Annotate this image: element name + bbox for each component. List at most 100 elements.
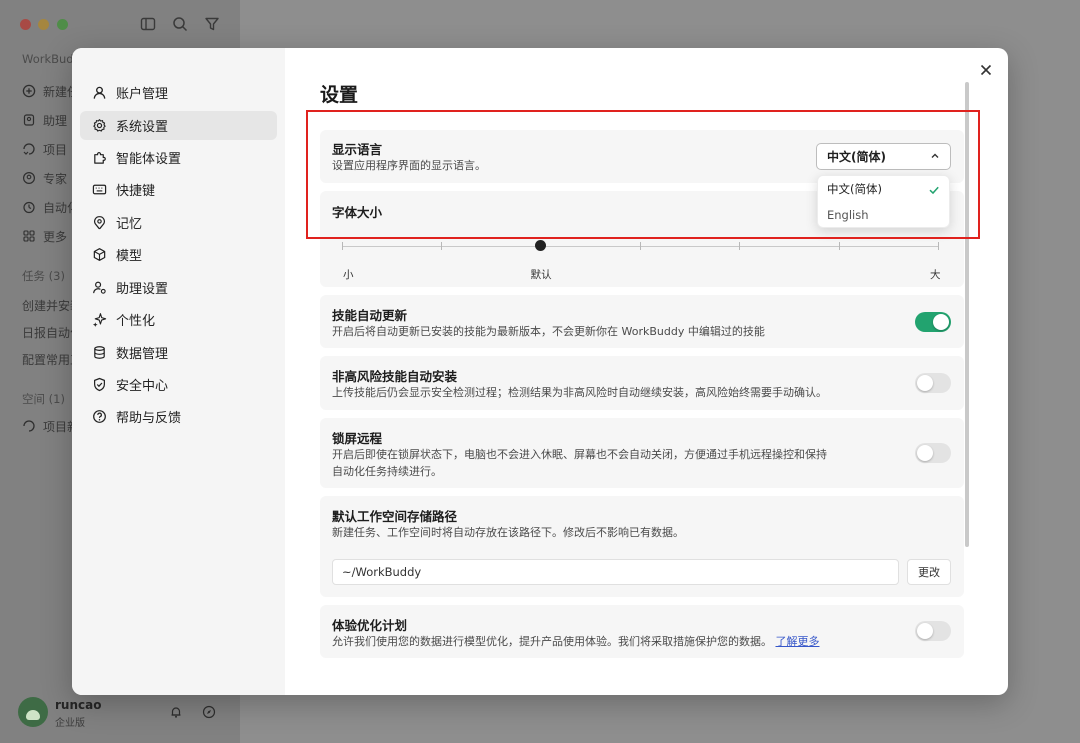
memory-icon [94,216,105,230]
nav-label: 记忆 [116,217,143,232]
gear-icon [93,119,106,132]
automation-icon [23,201,35,214]
sidebar-item-assistant[interactable]: 助理 [43,112,67,129]
nav-label: 安全中心 [116,379,169,394]
nav-label: 快捷键 [116,184,156,199]
window-maximize-dot[interactable] [57,19,68,30]
sidebar-toggle-icon[interactable] [139,15,157,33]
spaces-header: 空间 (1) [22,392,65,406]
font-size-slider-thumb[interactable] [535,240,547,251]
nav-item-assistant-settings[interactable]: 助理设置 [80,273,277,302]
experience-plan-desc: 允许我们使用您的数据进行模型优化，提升产品使用体验。我们将采取措施保护您的数据。 [332,635,772,648]
slider-tick [938,242,939,250]
nav-item-model[interactable]: 模型 [80,240,277,269]
slider-tick [838,242,840,250]
nav-label: 帮助与反馈 [116,411,182,426]
low-risk-auto-install-toggle[interactable] [915,373,951,393]
nav-item-personalization[interactable]: 个性化 [80,305,277,334]
sparkle-icon [92,313,107,327]
language-select[interactable]: 中文(简体) [816,143,951,170]
nav-label: 智能体设置 [116,152,182,167]
experience-plan-card: 体验优化计划 允许我们使用您的数据进行模型优化，提升产品使用体验。我们将采取措施… [320,605,964,658]
experience-plan-toggle[interactable] [915,621,951,641]
sidebar-item-expert[interactable]: 专家 [43,170,67,187]
sidebar-item-more[interactable]: 更多 [43,228,67,245]
nav-item-help-feedback[interactable]: 帮助与反馈 [80,402,277,431]
nav-label: 账户管理 [116,87,169,102]
setting-desc: 允许我们使用您的数据进行模型优化，提升产品使用体验。我们将采取措施保护您的数据。… [332,633,820,650]
close-icon [980,64,992,76]
avatar[interactable] [18,697,48,727]
setting-desc: 开启后即使在锁屏状态下，电脑也不会进入休眠、屏幕也不会自动关闭，方便通过手机远程… [332,448,827,461]
nav-label: 助理设置 [116,282,169,297]
nav-item-account[interactable]: 账户管理 [80,78,277,107]
nav-label: 个性化 [116,314,156,329]
language-select-value: 中文(简体) [827,150,886,164]
learn-more-link[interactable]: 了解更多 [776,635,820,648]
settings-modal: 账户管理 系统设置 智能体设置 快捷键 记忆 模型 助理设置 个性化 数据管理 … [72,48,1008,695]
window-minimize-dot[interactable] [38,19,49,30]
setting-desc: 新建任务、工作空间时将自动存放在该路径下。修改后不影响已有数据。 [332,526,684,539]
space-icon [23,420,35,432]
search-icon[interactable] [171,15,189,33]
font-size-label-min: 小 [343,269,354,281]
skill-auto-update-toggle[interactable] [915,312,951,332]
lock-screen-remote-toggle[interactable] [915,443,951,463]
nav-label: 数据管理 [116,347,169,362]
assistant-icon [23,114,35,126]
nav-item-data-management[interactable]: 数据管理 [80,338,277,367]
slider-tick [640,242,641,250]
bell-icon[interactable] [169,705,183,719]
skill-auto-update-card: 技能自动更新 开启后将自动更新已安装的技能为最新版本，不会更新你在 WorkBu… [320,295,964,348]
chevron-up-icon [931,153,939,158]
nav-item-agent-settings[interactable]: 智能体设置 [80,143,277,172]
settings-nav: 账户管理 系统设置 智能体设置 快捷键 记忆 模型 助理设置 个性化 数据管理 … [72,48,285,695]
expert-icon [22,171,36,185]
cube-icon [93,248,106,261]
nav-item-security-center[interactable]: 安全中心 [80,370,277,399]
user-gear-icon [93,281,106,294]
plus-circle-icon [22,84,36,98]
workspace-path-input[interactable]: ~/WorkBuddy [332,559,899,585]
grid-icon [23,230,35,242]
filter-icon[interactable] [203,15,221,33]
close-button[interactable] [976,60,996,80]
font-size-label-max: 大 [930,269,941,281]
change-path-button[interactable]: 更改 [907,559,951,585]
nav-item-shortcuts[interactable]: 快捷键 [80,175,277,204]
slider-tick [739,242,741,250]
page-title: 设置 [320,84,359,106]
setting-title: 非高风险技能自动安装 [332,369,458,384]
scrollbar[interactable] [965,82,969,547]
nav-item-system-settings[interactable]: 系统设置 [80,111,277,140]
shield-icon [94,377,105,392]
slider-tick [441,242,443,250]
nav-label: 系统设置 [116,120,169,135]
setting-title: 锁屏远程 [332,431,383,446]
window-close-dot[interactable] [20,19,31,30]
language-dropdown: 中文(简体) English [817,175,950,228]
help-icon [93,410,106,423]
sidebar-item-project[interactable]: 项目 [43,141,67,158]
setting-title: 技能自动更新 [332,308,408,323]
nav-item-memory[interactable]: 记忆 [80,208,277,237]
low-risk-auto-install-card: 非高风险技能自动安装 上传技能后仍会显示安全检测过程；检测结果为非高风险时自动继… [320,356,964,410]
compass-icon[interactable] [202,705,216,719]
setting-title: 体验优化计划 [332,618,408,633]
puzzle-icon [94,152,106,164]
setting-desc: 开启后将自动更新已安装的技能为最新版本，不会更新你在 WorkBuddy 中编辑… [332,325,765,338]
setting-desc: 自动化任务持续进行。 [332,465,442,478]
language-option-en[interactable]: English [827,208,869,222]
keyboard-icon [92,184,107,195]
setting-title: 字体大小 [332,205,383,220]
database-icon [94,346,105,359]
user-icon [93,86,106,99]
setting-title: 显示语言 [332,142,383,157]
setting-title: 默认工作空间存储路径 [332,509,458,524]
user-plan: 企业版 [55,718,85,729]
slider-tick [342,242,343,250]
setting-desc: 设置应用程序界面的显示语言。 [332,159,486,172]
workspace-path-card: 默认工作空间存储路径 新建任务、工作空间时将自动存放在该路径下。修改后不影响已有… [320,496,964,597]
project-icon [23,143,35,155]
language-option-zh[interactable]: 中文(简体) [827,181,882,197]
